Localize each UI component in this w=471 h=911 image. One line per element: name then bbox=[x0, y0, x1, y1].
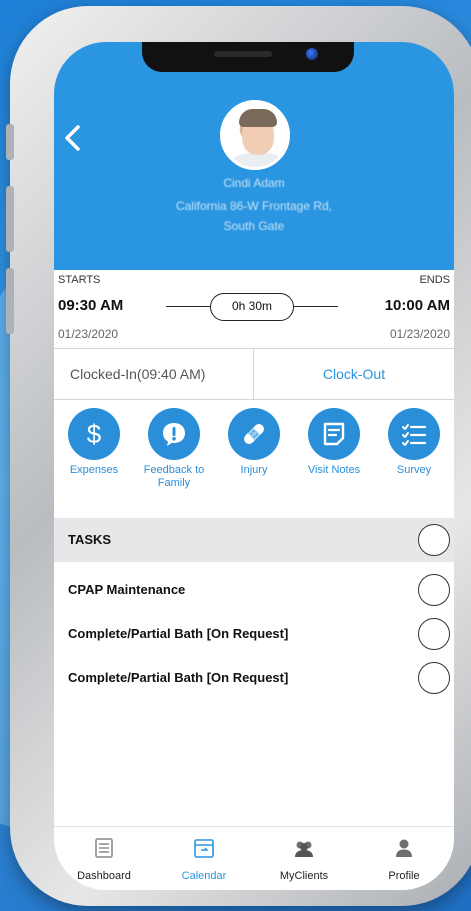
feedback-circle bbox=[148, 408, 200, 460]
dollar-icon: $ bbox=[87, 420, 102, 448]
duration-line-right bbox=[292, 306, 338, 307]
silent-switch bbox=[6, 124, 14, 160]
client-address-line1: California 86-W Frontage Rd, bbox=[175, 199, 333, 213]
visit-notes-label: Visit Notes bbox=[307, 464, 361, 476]
clients-icon bbox=[295, 841, 313, 857]
task-label: Complete/Partial Bath [On Request] bbox=[68, 626, 289, 641]
volume-up-button bbox=[6, 186, 14, 252]
injury-circle bbox=[228, 408, 280, 460]
task-label: Complete/Partial Bath [On Request] bbox=[68, 670, 289, 685]
client-avatar bbox=[220, 100, 290, 170]
end-time: 10:00 AM bbox=[384, 297, 450, 314]
task-row: Complete/Partial Bath [On Request] bbox=[54, 614, 454, 654]
feedback-label: Feedback to Family bbox=[143, 464, 205, 489]
tab-profile[interactable]: Profile bbox=[354, 827, 454, 890]
back-button[interactable] bbox=[62, 124, 92, 154]
visit-notes-button[interactable]: Visit Notes bbox=[294, 408, 374, 477]
task-row: CPAP Maintenance bbox=[54, 570, 454, 610]
expenses-button[interactable]: $ Expenses bbox=[54, 408, 134, 477]
svg-text:$: $ bbox=[87, 420, 102, 448]
volume-down-button bbox=[6, 268, 14, 334]
notch bbox=[142, 42, 354, 72]
clock-in-status: Clocked-In(09:40 AM) bbox=[54, 349, 254, 399]
duration-pill: 0h 30m bbox=[210, 293, 294, 321]
profile-icon bbox=[396, 839, 412, 857]
visit-notes-circle bbox=[308, 408, 360, 460]
tasks-header: TASKS bbox=[54, 518, 454, 562]
duration-line-left bbox=[166, 306, 212, 307]
calendar-icon bbox=[194, 839, 214, 858]
feedback-button[interactable]: Feedback to Family bbox=[134, 408, 214, 490]
avatar-hair bbox=[239, 109, 277, 127]
speaker-grille bbox=[214, 51, 272, 57]
schedule-block: STARTS ENDS 09:30 AM 10:00 AM 0h 30m 01/… bbox=[54, 270, 454, 348]
survey-label: Survey bbox=[396, 464, 432, 476]
tab-myclients-label: MyClients bbox=[279, 870, 329, 882]
tab-profile-label: Profile bbox=[388, 870, 420, 882]
exclamation-bubble-icon bbox=[163, 423, 185, 446]
task-checkbox[interactable] bbox=[418, 618, 450, 650]
ends-label: ENDS bbox=[419, 274, 450, 286]
expenses-label: Expenses bbox=[69, 464, 119, 476]
client-address-line2: South Gate bbox=[223, 219, 285, 233]
task-row: Complete/Partial Bath [On Request] bbox=[54, 658, 454, 698]
dashboard-icon bbox=[95, 838, 113, 858]
task-checkbox[interactable] bbox=[418, 662, 450, 694]
task-label: CPAP Maintenance bbox=[68, 582, 186, 597]
survey-button[interactable]: Survey bbox=[374, 408, 454, 477]
tab-myclients[interactable]: MyClients bbox=[254, 827, 354, 890]
notes-icon bbox=[323, 422, 345, 446]
checklist-icon bbox=[402, 424, 427, 446]
clock-out-button[interactable]: Clock-Out bbox=[254, 349, 454, 399]
injury-button[interactable]: Injury bbox=[214, 408, 294, 477]
app-screen: Cindi Adam California 86-W Frontage Rd, … bbox=[54, 42, 454, 890]
tab-calendar-label: Calendar bbox=[181, 870, 227, 882]
chevron-left-icon bbox=[65, 125, 80, 151]
front-camera bbox=[306, 48, 318, 60]
client-header: Cindi Adam California 86-W Frontage Rd, … bbox=[54, 42, 454, 270]
survey-circle bbox=[388, 408, 440, 460]
injury-label: Injury bbox=[240, 464, 268, 476]
tab-calendar[interactable]: Calendar bbox=[154, 827, 254, 890]
tasks-title: TASKS bbox=[68, 532, 112, 547]
task-checkbox[interactable] bbox=[418, 574, 450, 606]
visit-actions: $ Expenses Feedback to Family Injury Vis… bbox=[54, 408, 454, 518]
tab-dashboard[interactable]: Dashboard bbox=[54, 827, 154, 890]
start-date: 01/23/2020 bbox=[58, 327, 119, 341]
expenses-circle: $ bbox=[68, 408, 120, 460]
bandage-icon bbox=[244, 424, 264, 444]
phone-frame: Cindi Adam California 86-W Frontage Rd, … bbox=[6, 6, 471, 906]
avatar-shirt bbox=[229, 153, 287, 167]
clock-row: Clocked-In(09:40 AM) Clock-Out bbox=[54, 348, 454, 400]
tab-dashboard-label: Dashboard bbox=[77, 870, 131, 882]
client-name: Cindi Adam bbox=[223, 176, 285, 190]
bottom-tab-bar: Dashboard Calendar MyClients Profile bbox=[54, 826, 454, 890]
starts-label: STARTS bbox=[58, 274, 101, 286]
end-date: 01/23/2020 bbox=[389, 327, 450, 341]
tasks-select-all-checkbox[interactable] bbox=[418, 524, 450, 556]
client-address: California 86-W Frontage Rd, South Gate bbox=[54, 196, 454, 236]
start-time: 09:30 AM bbox=[58, 297, 124, 314]
